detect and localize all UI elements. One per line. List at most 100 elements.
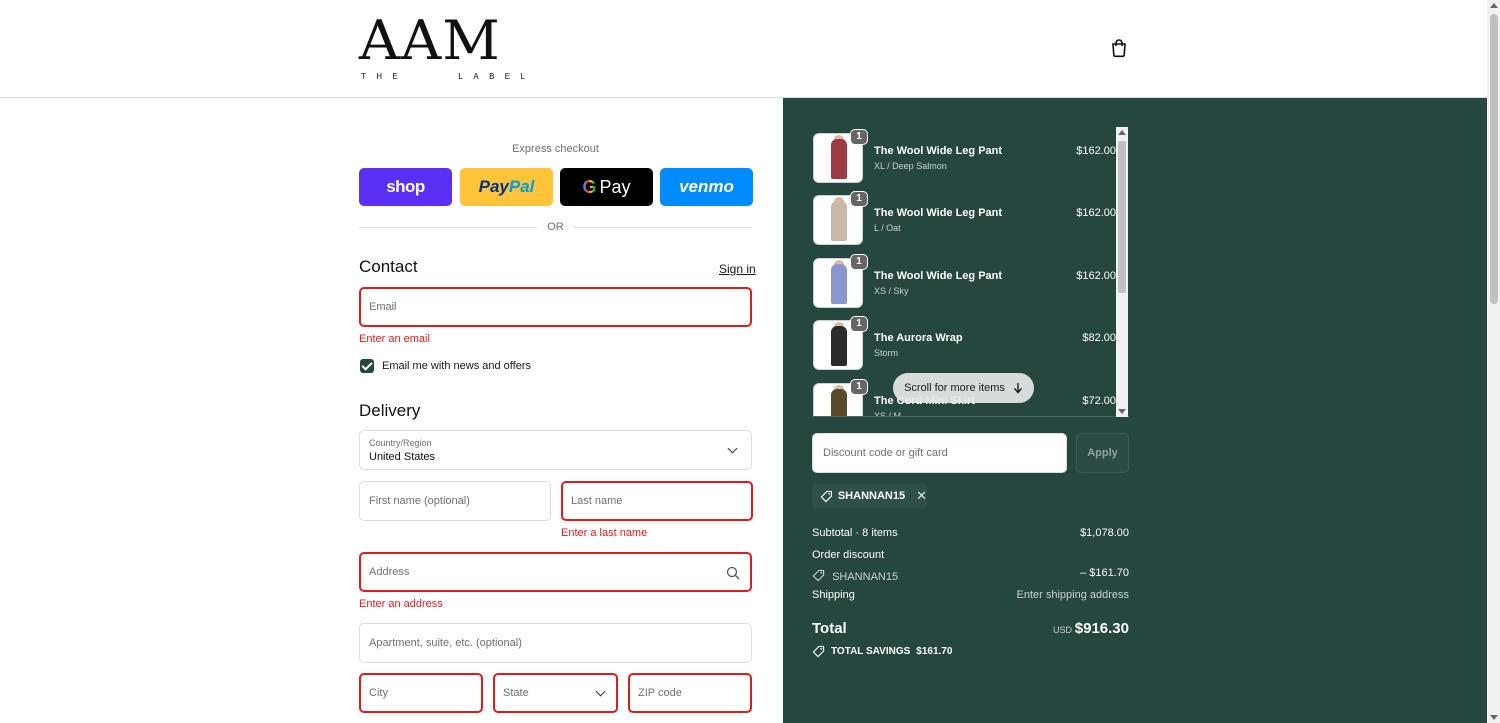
- venmo-button[interactable]: venmo: [660, 168, 753, 206]
- currency-code: USD: [1053, 625, 1073, 635]
- address-input[interactable]: Address: [359, 552, 752, 592]
- city-placeholder: City: [369, 687, 388, 699]
- shipping-row: Shipping Enter shipping address: [812, 589, 1129, 601]
- subtotal-row: Subtotal · 8 items $1,078.00: [812, 527, 1129, 539]
- apply-button[interactable]: Apply: [1076, 433, 1129, 473]
- logo-letter: H: [376, 72, 383, 81]
- scroll-for-more-button[interactable]: Scroll for more items: [893, 373, 1034, 403]
- logo-letter: L: [458, 72, 463, 81]
- cart-scrollbar[interactable]: [1116, 127, 1128, 417]
- product-figure: [831, 139, 847, 179]
- cart-item: 1 The Wool Wide Leg Pant L / Oat $162.00: [812, 189, 1116, 245]
- tag-icon: [812, 645, 825, 658]
- item-variant: L / Oat: [874, 223, 901, 233]
- discount-value: – $161.70: [1080, 567, 1129, 579]
- apartment-placeholder: Apartment, suite, etc. (optional): [369, 637, 522, 649]
- cart-item: 1 The Wool Wide Leg Pant XS / Sky $162.0…: [812, 252, 1116, 308]
- logo-subtitle: T H E L A B E L: [361, 72, 525, 81]
- arrow-down-icon: [1013, 383, 1022, 394]
- paypal-label-a: Pay: [478, 177, 509, 196]
- paypal-button[interactable]: Pay Pal: [460, 168, 553, 206]
- state-placeholder: State: [503, 687, 529, 699]
- shop-pay-button[interactable]: shop: [359, 168, 452, 206]
- item-price: $162.00: [1076, 207, 1116, 219]
- contact-heading: Contact: [359, 257, 418, 276]
- last-name-input[interactable]: Last name: [561, 481, 753, 521]
- quantity-badge: 1: [850, 316, 868, 332]
- product-figure: [831, 264, 847, 304]
- savings-label: TOTAL SAVINGS: [831, 646, 911, 657]
- item-name: The Aurora Wrap: [874, 332, 963, 344]
- order-discount-label: Order discount: [812, 549, 885, 561]
- item-price: $162.00: [1076, 270, 1116, 282]
- country-value: United States: [369, 451, 436, 463]
- state-select[interactable]: State: [493, 673, 618, 713]
- logo-letter: A: [473, 72, 479, 81]
- subtotal-value: $1,078.00: [1080, 527, 1129, 539]
- email-error: Enter an email: [359, 333, 430, 345]
- paypal-label-b: Pal: [508, 177, 535, 196]
- tag-icon: [820, 490, 833, 502]
- item-name: The Wool Wide Leg Pant: [874, 270, 1003, 282]
- product-figure: [831, 201, 847, 241]
- scroll-thumb[interactable]: [1490, 14, 1498, 304]
- scroll-down-arrow[interactable]: [1118, 409, 1126, 414]
- discount-code-label: SHANNAN15: [837, 490, 906, 502]
- remove-discount-close-icon[interactable]: ✕: [916, 488, 927, 504]
- google-pay-button[interactable]: G Pay: [560, 168, 653, 206]
- scroll-up-arrow[interactable]: [1118, 130, 1126, 135]
- shopping-bag-icon[interactable]: [1109, 38, 1129, 58]
- email-input[interactable]: Email: [359, 287, 752, 327]
- address-placeholder: Address: [369, 566, 410, 578]
- country-label: Country/Region: [369, 438, 432, 448]
- express-checkout-label: Express checkout: [512, 143, 599, 155]
- city-input[interactable]: City: [359, 673, 483, 713]
- cart-item: 1 The Aurora Wrap Storm $82.00: [812, 314, 1116, 370]
- chevron-down-icon: [595, 686, 606, 697]
- discount-code-row: SHANNAN15 – $161.70: [812, 567, 1129, 583]
- header: AAM T H E L A B E L: [0, 0, 1487, 98]
- discount-code-input[interactable]: Discount code or gift card: [812, 433, 1067, 473]
- last-name-placeholder: Last name: [571, 495, 623, 507]
- divider-line: [574, 227, 752, 228]
- logo-letter: L: [520, 72, 525, 81]
- news-checkbox[interactable]: [360, 359, 374, 373]
- delivery-heading: Delivery: [359, 401, 421, 420]
- applied-discount-chip: SHANNAN15 ✕: [812, 484, 927, 508]
- zip-input[interactable]: ZIP code: [628, 673, 752, 713]
- last-name-error: Enter a last name: [561, 527, 648, 539]
- item-variant: XS / Sky: [874, 286, 909, 296]
- scroll-thumb[interactable]: [1118, 141, 1126, 293]
- brand-logo[interactable]: AAM T H E L A B E L: [359, 14, 527, 84]
- address-error: Enter an address: [359, 598, 443, 610]
- shipping-value: Enter shipping address: [1016, 589, 1129, 601]
- country-select[interactable]: Country/Region United States: [359, 430, 752, 470]
- total-savings: TOTAL SAVINGS $161.70: [812, 645, 952, 658]
- quantity-badge: 1: [850, 191, 868, 207]
- item-variant: XL / Deep Salmon: [874, 161, 947, 171]
- news-checkbox-label: Email me with news and offers: [382, 360, 531, 372]
- shipping-label: Shipping: [812, 589, 855, 601]
- logo-gap: [408, 72, 448, 81]
- search-icon: [726, 566, 740, 580]
- product-figure: [831, 326, 847, 366]
- item-price: $72.00: [1082, 395, 1116, 407]
- item-variant: XS / M: [874, 411, 902, 417]
- total-label: Total: [812, 620, 847, 637]
- scroll-up-arrow[interactable]: [1490, 3, 1498, 8]
- logo-letter: E: [392, 72, 398, 81]
- apartment-input[interactable]: Apartment, suite, etc. (optional): [359, 623, 752, 663]
- item-variant: Storm: [874, 348, 899, 358]
- item-name: The Wool Wide Leg Pant: [874, 145, 1003, 157]
- sign-in-link[interactable]: Sign in: [719, 262, 756, 276]
- scroll-down-arrow[interactable]: [1490, 715, 1498, 720]
- first-name-input[interactable]: First name (optional): [359, 481, 551, 521]
- discount-placeholder: Discount code or gift card: [823, 447, 948, 459]
- page-scrollbar[interactable]: [1487, 0, 1500, 723]
- shop-pay-label: shop: [386, 177, 425, 196]
- item-name: The Wool Wide Leg Pant: [874, 207, 1003, 219]
- quantity-badge: 1: [850, 129, 868, 145]
- zip-placeholder: ZIP code: [638, 687, 682, 699]
- scroll-hint-label: Scroll for more items: [904, 382, 1005, 394]
- or-divider: OR: [359, 221, 752, 235]
